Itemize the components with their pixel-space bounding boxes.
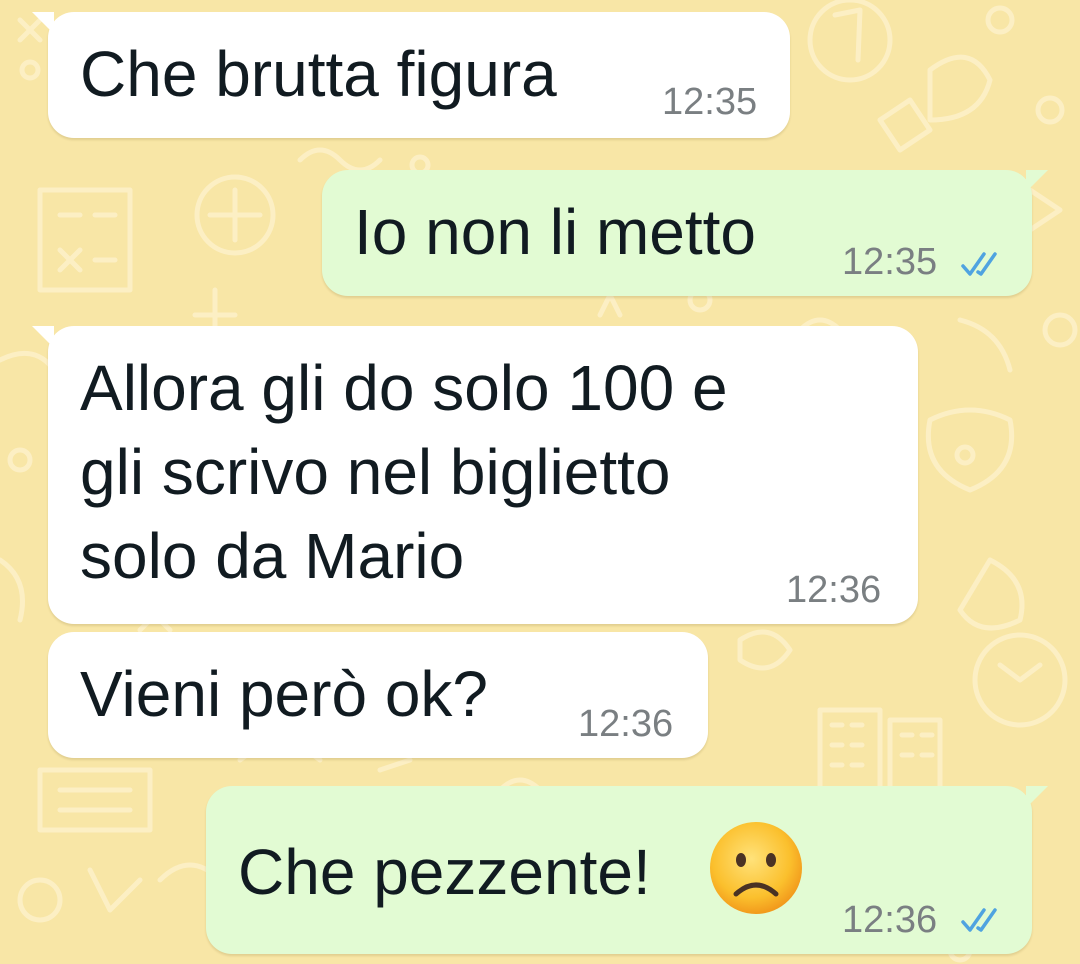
message-text: Allora gli do solo 100 e gli scrivo nel … bbox=[80, 352, 728, 592]
message-text: Vieni però ok? bbox=[80, 658, 488, 730]
message-text: Che pezzente! bbox=[238, 836, 651, 908]
bubble-tail bbox=[32, 12, 54, 34]
incoming-message-bubble[interactable]: Allora gli do solo 100 e gli scrivo nel … bbox=[32, 326, 918, 624]
slightly-frowning-face-icon bbox=[710, 822, 802, 914]
message-time: 12:36 bbox=[786, 569, 882, 611]
chat-conversation: Che brutta figura 12:35 Io non li metto … bbox=[0, 0, 1080, 964]
message-time: 12:35 bbox=[842, 241, 938, 283]
message-time: 12:36 bbox=[578, 703, 674, 745]
message-time: 12:36 bbox=[842, 899, 938, 941]
message-time: 12:35 bbox=[662, 81, 758, 123]
double-check-read-icon bbox=[961, 908, 997, 932]
outgoing-message-bubble[interactable]: Io non li metto 12:35 bbox=[322, 170, 1048, 296]
double-check-read-icon bbox=[961, 252, 997, 276]
message-text: Io non li metto bbox=[354, 196, 756, 268]
incoming-message-bubble[interactable]: Vieni però ok? 12:36 bbox=[48, 632, 708, 758]
bubble-tail bbox=[1026, 786, 1048, 808]
bubble-tail bbox=[1026, 170, 1048, 192]
incoming-message-bubble[interactable]: Che brutta figura 12:35 bbox=[32, 12, 790, 138]
bubble-tail bbox=[32, 326, 54, 348]
outgoing-message-bubble[interactable]: Che pezzente! 12:36 bbox=[206, 786, 1048, 954]
message-text: Che brutta figura bbox=[80, 38, 557, 110]
